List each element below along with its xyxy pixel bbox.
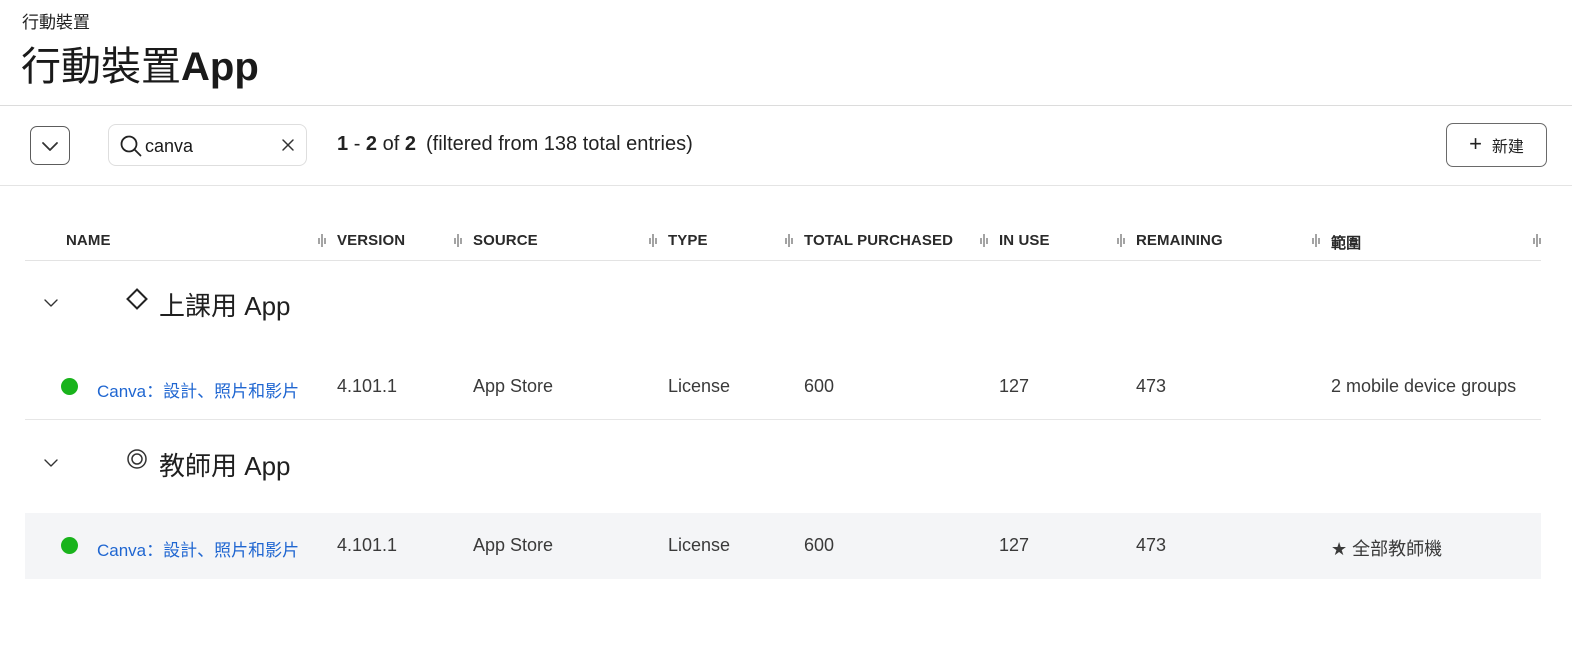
search-input[interactable]: [145, 133, 275, 159]
count-sep: -: [353, 133, 361, 155]
column-resize-handle[interactable]: [1117, 234, 1125, 247]
column-resize-handle[interactable]: [785, 234, 793, 247]
app-name-link[interactable]: Canva：設計、照片和影片: [97, 377, 299, 402]
page-title: 行動裝置App: [21, 34, 259, 92]
cell-version: 4.101.1: [337, 376, 398, 396]
search-box[interactable]: [108, 124, 307, 166]
column-header-remaining[interactable]: REMAINING: [1136, 232, 1223, 249]
diamond-icon: [126, 288, 148, 310]
close-icon[interactable]: [280, 137, 296, 153]
cell-scope: ★ 全部教師機: [1331, 539, 1443, 559]
toolbar: 1 - 2 of 2 (filtered from 138 total entri…: [0, 106, 1572, 186]
column-resize-handle[interactable]: [980, 234, 988, 247]
column-header-name[interactable]: NAME: [66, 232, 111, 249]
status-indicator: [61, 378, 78, 395]
cell-type: License: [668, 535, 731, 555]
column-header-in-use[interactable]: IN USE: [999, 232, 1050, 249]
column-header-scope[interactable]: 範圍: [1331, 232, 1361, 253]
column-resize-handle[interactable]: [1312, 234, 1320, 247]
breadcrumb[interactable]: 行動裝置: [22, 8, 90, 33]
result-count: 1 - 2 of 2 (filtered from 138 total entri…: [337, 133, 693, 156]
app-name-link[interactable]: Canva：設計、照片和影片: [97, 536, 299, 561]
table-header: NAME VERSION SOURCE TYPE TOTAL PURCHASED…: [25, 222, 1541, 261]
page-title-cjk: 行動裝置: [21, 44, 181, 90]
column-header-source[interactable]: SOURCE: [473, 232, 538, 249]
column-resize-handle[interactable]: [318, 234, 326, 247]
cell-type: License: [668, 376, 731, 396]
column-header-total-purchased[interactable]: TOTAL PURCHASED: [804, 232, 953, 249]
page-header: 行動裝置 行動裝置App: [0, 0, 1572, 106]
group-row[interactable]: 教師用 App: [25, 422, 1541, 512]
count-from: 1: [337, 133, 349, 155]
count-filter-text: (filtered from 138 total entries): [425, 133, 693, 155]
count-to: 2: [365, 133, 378, 155]
count-of: of: [382, 133, 400, 155]
column-header-type[interactable]: TYPE: [668, 232, 708, 249]
chevron-down-icon[interactable]: [43, 298, 59, 308]
collapse-all-button[interactable]: [30, 126, 70, 165]
group-row[interactable]: 上課用 App: [25, 262, 1541, 352]
table-row[interactable]: Canva：設計、照片和影片 4.101.1 App Store License…: [25, 513, 1541, 579]
page-title-latin: App: [181, 45, 259, 89]
count-total: 2: [404, 133, 416, 155]
chevron-down-icon[interactable]: [43, 458, 59, 468]
double-circle-icon: [127, 449, 147, 469]
cell-in-use: 127: [999, 376, 1030, 396]
new-button[interactable]: + 新建: [1446, 123, 1547, 167]
search-icon: [120, 135, 142, 157]
column-resize-handle[interactable]: [649, 234, 657, 247]
cell-total-purchased: 600: [804, 535, 835, 555]
chevron-down-icon: [42, 141, 58, 151]
column-header-version[interactable]: VERSION: [337, 232, 405, 249]
group-title: 上課用 App: [159, 291, 291, 321]
cell-version: 4.101.1: [337, 535, 398, 555]
new-button-label: 新建: [1491, 139, 1524, 156]
group-title: 教師用 App: [159, 451, 291, 481]
status-indicator: [61, 537, 78, 554]
cell-remaining: 473: [1136, 376, 1167, 396]
column-resize-handle[interactable]: [454, 234, 462, 247]
plus-icon: +: [1469, 130, 1482, 156]
cell-source: App Store: [473, 376, 554, 396]
cell-scope: 2 mobile device groups: [1331, 376, 1517, 396]
cell-remaining: 473: [1136, 535, 1167, 555]
table-row[interactable]: Canva：設計、照片和影片 4.101.1 App Store License…: [25, 354, 1541, 420]
cell-source: App Store: [473, 535, 554, 555]
cell-total-purchased: 600: [804, 376, 835, 396]
column-resize-handle[interactable]: [1533, 234, 1541, 247]
cell-in-use: 127: [999, 535, 1030, 555]
